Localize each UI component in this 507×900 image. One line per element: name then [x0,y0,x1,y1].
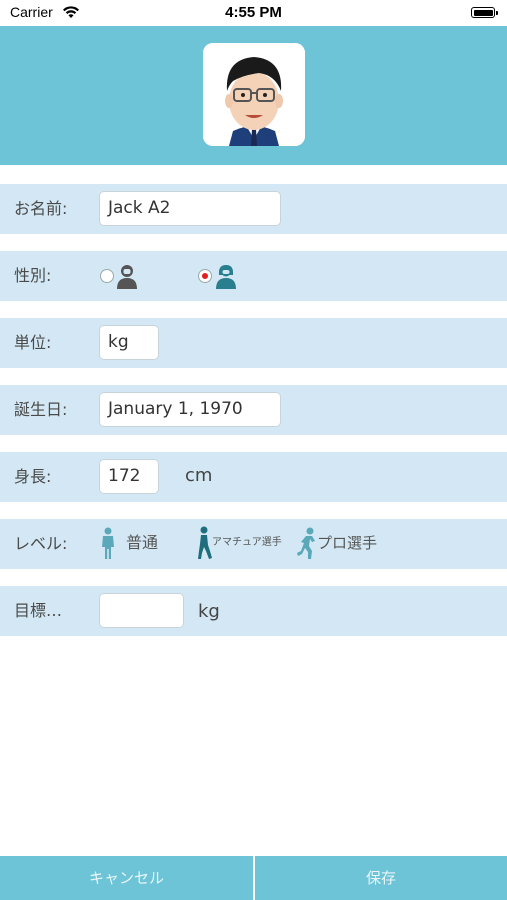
clock: 4:55 PM [225,4,282,21]
level-amateur-label: アマチュア選手 [212,537,282,548]
level-row: レベル: 普通 アマチュア選手 プロ選手 [0,519,507,569]
profile-header [0,26,507,165]
standing-person-icon [102,527,114,559]
name-label: お名前: [14,199,68,218]
gender-row: 性別: [0,251,507,301]
birthday-row: 誕生日: January 1, 1970 [0,385,507,435]
target-row: 目標… kg [0,586,507,636]
battery-icon [471,7,498,18]
height-field[interactable]: 172 [99,459,159,494]
name-field[interactable]: Jack A2 [99,191,281,226]
status-bar: Carrier 4:55 PM [0,0,507,26]
height-row: 身長: 172 cm [0,452,507,502]
target-weight-field[interactable] [99,593,184,628]
target-label: 目標… [14,601,63,620]
level-normal-option[interactable]: 普通 [100,519,170,569]
height-label: 身長: [14,467,52,486]
unit-row: 単位: kg [0,318,507,368]
level-pro-option[interactable]: プロ選手 [297,519,377,569]
gender-label: 性別: [14,266,52,285]
walking-person-icon [198,526,212,559]
birthday-field[interactable]: January 1, 1970 [99,392,281,427]
male-icon [117,265,137,289]
level-pro-label: プロ選手 [317,534,378,552]
birthday-label: 誕生日: [14,400,68,419]
female-icon [216,265,236,289]
running-person-icon [297,527,315,559]
level-amateur-option[interactable]: アマチュア選手 [196,519,288,569]
avatar[interactable] [203,43,305,146]
level-normal-label: 普通 [126,533,159,552]
gender-female-radio[interactable] [198,269,212,283]
gender-male-radio[interactable] [100,269,114,283]
target-unit-label: kg [198,601,220,622]
save-button[interactable]: 保存 [255,856,507,900]
footer-bar: キャンセル 保存 [0,856,507,900]
unit-field[interactable]: kg [99,325,159,360]
level-label: レベル: [14,534,68,553]
unit-label: 単位: [14,333,52,352]
height-unit-label: cm [185,465,213,486]
avatar-face-icon [203,43,305,146]
name-row: お名前: Jack A2 [0,184,507,234]
cancel-button[interactable]: キャンセル [0,856,253,900]
